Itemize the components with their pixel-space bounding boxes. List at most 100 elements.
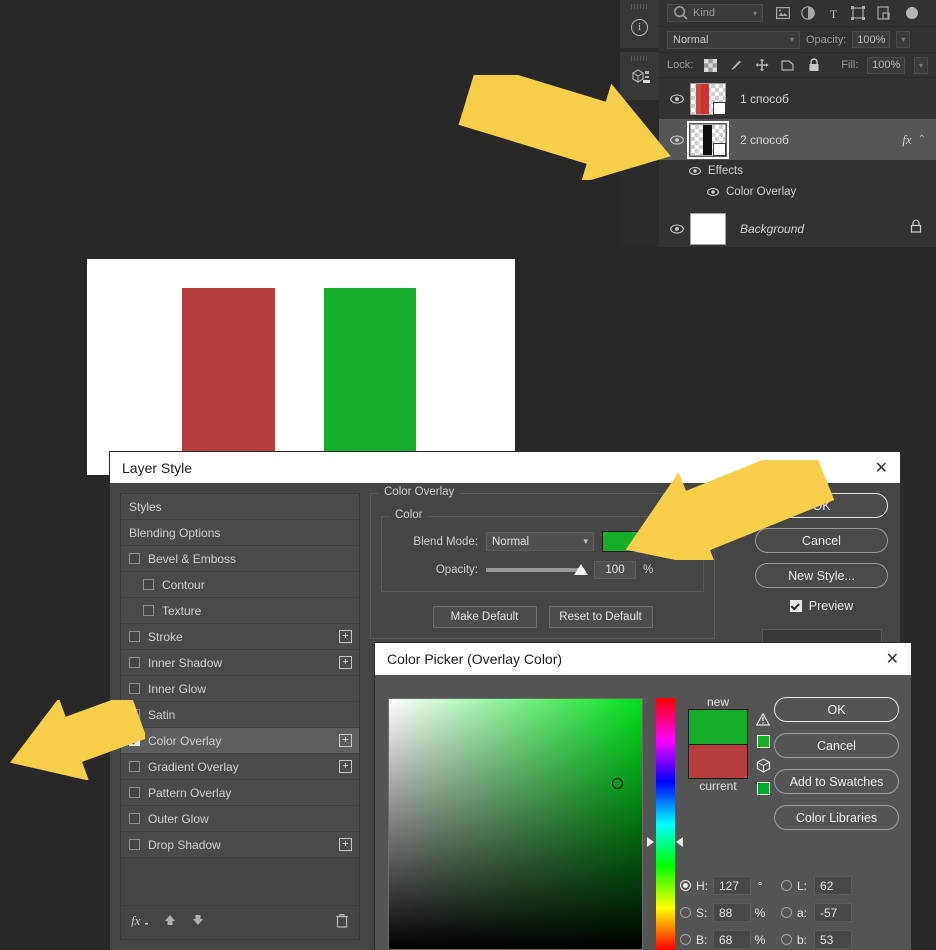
add-effect-plus-icon[interactable]: + bbox=[339, 734, 352, 747]
ok-button[interactable]: OK bbox=[774, 697, 899, 722]
blend-mode-select[interactable]: Normal ▾ bbox=[486, 532, 594, 551]
opacity-input[interactable]: 100 bbox=[594, 561, 636, 579]
opacity-slider-thumb[interactable] bbox=[574, 564, 588, 575]
lock-position-icon[interactable] bbox=[754, 57, 770, 73]
style-checkbox[interactable] bbox=[129, 761, 140, 772]
style-checkbox[interactable] bbox=[143, 579, 154, 590]
effects-group-row[interactable]: Effects bbox=[659, 160, 936, 181]
fx-add-effect-icon[interactable]: fx bbox=[131, 913, 149, 932]
lock-transparent-pixels-icon[interactable] bbox=[702, 57, 718, 73]
layer-name[interactable]: 1 способ bbox=[740, 92, 930, 106]
layer-visibility-toggle[interactable] bbox=[667, 223, 686, 234]
style-item-styles[interactable]: Styles bbox=[121, 494, 359, 520]
hue-slider[interactable] bbox=[656, 698, 675, 950]
move-effect-up-icon[interactable] bbox=[163, 913, 177, 932]
style-item-inner-shadow[interactable]: Inner Shadow + bbox=[121, 650, 359, 676]
style-checkbox[interactable] bbox=[129, 657, 140, 668]
radio-b-left[interactable] bbox=[680, 934, 691, 945]
layer-thumbnail[interactable] bbox=[687, 120, 729, 159]
add-effect-plus-icon[interactable]: + bbox=[339, 630, 352, 643]
style-checkbox[interactable] bbox=[129, 683, 140, 694]
effect-row-color-overlay[interactable]: Color Overlay bbox=[659, 181, 936, 202]
layer-name[interactable]: 2 способ bbox=[740, 133, 902, 147]
move-effect-down-icon[interactable] bbox=[191, 913, 205, 932]
style-item-inner-glow[interactable]: Inner Glow bbox=[121, 676, 359, 702]
style-checkbox[interactable] bbox=[129, 553, 140, 564]
opacity-slider[interactable] bbox=[486, 564, 588, 575]
style-checkbox[interactable] bbox=[129, 631, 140, 642]
delete-effect-icon[interactable] bbox=[335, 913, 349, 933]
type-layer-filter-icon[interactable]: T bbox=[825, 5, 841, 21]
lock-artboard-nesting-icon[interactable] bbox=[780, 57, 796, 73]
radio-a-right[interactable] bbox=[781, 907, 792, 918]
layer-row-background[interactable]: Background bbox=[659, 208, 936, 249]
style-item-drop-shadow[interactable]: Drop Shadow + bbox=[121, 832, 359, 858]
blend-mode-select[interactable]: Normal ▾ bbox=[667, 30, 800, 49]
add-effect-plus-icon[interactable]: + bbox=[339, 838, 352, 851]
fill-value[interactable]: 100% bbox=[867, 56, 906, 74]
close-icon[interactable]: ✕ bbox=[886, 649, 899, 669]
style-checkbox[interactable] bbox=[129, 735, 140, 746]
style-checkbox[interactable] bbox=[129, 787, 140, 798]
add-to-swatches-button[interactable]: Add to Swatches bbox=[774, 769, 899, 794]
style-item-stroke[interactable]: Stroke + bbox=[121, 624, 359, 650]
layer-thumbnail[interactable] bbox=[690, 82, 726, 115]
not-web-safe-cube-icon[interactable] bbox=[756, 758, 771, 778]
radio-l-right[interactable] bbox=[781, 880, 792, 891]
preview-checkbox[interactable] bbox=[789, 600, 802, 612]
lock-all-icon[interactable] bbox=[806, 57, 822, 73]
add-effect-plus-icon[interactable]: + bbox=[339, 760, 352, 773]
layer-filter-kind-select[interactable]: Kind ▾ bbox=[667, 4, 763, 22]
radio-s-left[interactable] bbox=[680, 907, 691, 918]
color-field-input[interactable]: 62 bbox=[814, 876, 852, 895]
layer-visibility-toggle[interactable] bbox=[667, 134, 686, 145]
style-item-bevel-emboss[interactable]: Bevel & Emboss bbox=[121, 546, 359, 572]
layer-lock-icon[interactable] bbox=[910, 219, 922, 238]
saturation-brightness-field[interactable] bbox=[388, 698, 643, 950]
effect-visibility-toggle[interactable] bbox=[703, 187, 722, 197]
shape-layer-filter-icon[interactable] bbox=[850, 5, 866, 21]
new-style-button[interactable]: New Style... bbox=[755, 563, 888, 588]
layer-row-1-sposob[interactable]: 1 способ bbox=[659, 78, 936, 119]
color-field-input[interactable]: 68 bbox=[713, 930, 751, 949]
add-effect-plus-icon[interactable]: + bbox=[339, 656, 352, 669]
preview-toggle[interactable]: Preview bbox=[789, 599, 853, 613]
style-checkbox[interactable] bbox=[129, 813, 140, 824]
new-color-swatch[interactable] bbox=[688, 709, 748, 744]
lock-image-pixels-icon[interactable] bbox=[728, 57, 744, 73]
style-checkbox[interactable] bbox=[129, 709, 140, 720]
color-field-input[interactable]: 53 bbox=[814, 930, 852, 949]
color-field-input[interactable]: 127 bbox=[713, 876, 751, 895]
close-icon[interactable]: ✕ bbox=[875, 458, 888, 478]
3d-panel-button[interactable] bbox=[620, 52, 659, 100]
reset-to-default-button[interactable]: Reset to Default bbox=[548, 606, 653, 628]
style-checkbox[interactable] bbox=[129, 839, 140, 850]
effects-visibility-toggle[interactable] bbox=[685, 166, 704, 176]
layer-row-2-sposob[interactable]: 2 способ fx ⌃ bbox=[659, 119, 936, 160]
pixel-layer-filter-icon[interactable] bbox=[775, 5, 791, 21]
color-field-input[interactable]: -57 bbox=[814, 903, 852, 922]
color-field-cursor[interactable] bbox=[612, 778, 623, 789]
web-safe-suggestion-swatch[interactable] bbox=[756, 782, 770, 795]
opacity-chevron-down-icon[interactable]: ▾ bbox=[896, 31, 911, 48]
color-libraries-button[interactable]: Color Libraries bbox=[774, 805, 899, 830]
current-color-swatch[interactable] bbox=[688, 744, 748, 779]
filter-toggle-switch[interactable] bbox=[906, 7, 918, 19]
layer-visibility-toggle[interactable] bbox=[667, 93, 686, 104]
layer-thumbnail[interactable] bbox=[690, 212, 726, 245]
fx-badge-icon[interactable]: fx bbox=[902, 132, 911, 148]
smart-object-filter-icon[interactable] bbox=[875, 5, 891, 21]
style-item-pattern-overlay[interactable]: Pattern Overlay bbox=[121, 780, 359, 806]
color-overlay-swatch[interactable] bbox=[602, 531, 640, 552]
style-item-color-overlay[interactable]: Color Overlay + bbox=[121, 728, 359, 754]
in-gamut-suggestion-swatch[interactable] bbox=[756, 735, 770, 748]
fill-chevron-down-icon[interactable]: ▾ bbox=[914, 56, 928, 74]
make-default-button[interactable]: Make Default bbox=[432, 606, 537, 628]
color-field-input[interactable]: 88 bbox=[713, 903, 751, 922]
opacity-value[interactable]: 100% bbox=[852, 31, 891, 48]
info-panel-button[interactable]: i bbox=[620, 0, 659, 48]
style-item-texture[interactable]: Texture bbox=[121, 598, 359, 624]
style-item-gradient-overlay[interactable]: Gradient Overlay + bbox=[121, 754, 359, 780]
style-checkbox[interactable] bbox=[143, 605, 154, 616]
style-item-outer-glow[interactable]: Outer Glow bbox=[121, 806, 359, 832]
